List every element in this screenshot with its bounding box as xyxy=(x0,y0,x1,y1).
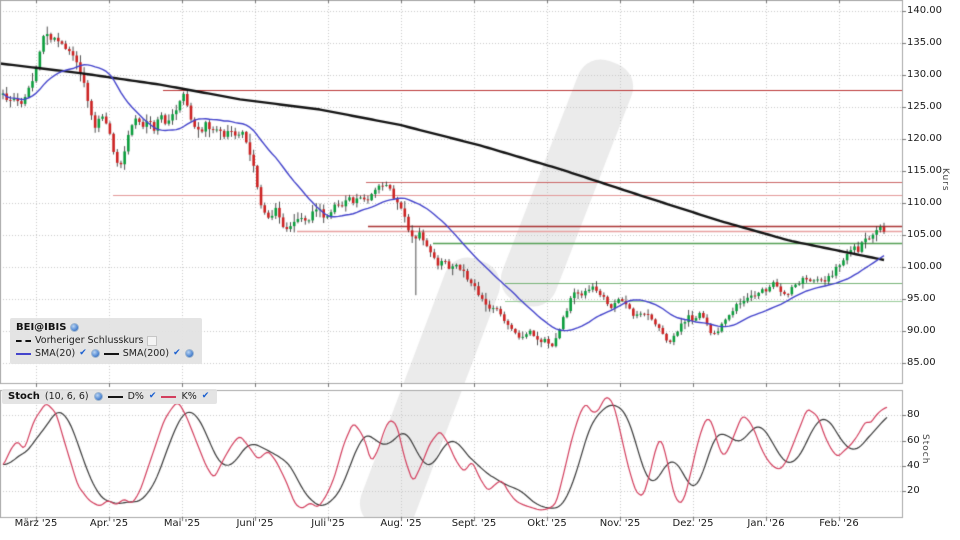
price-axis-label: 95.00 xyxy=(907,293,936,304)
price-axis-label: 140.00 xyxy=(907,5,942,16)
sma200-label: SMA(200) xyxy=(123,348,169,359)
k-label: K% xyxy=(181,391,196,402)
price-axis-label: 120.00 xyxy=(907,133,942,144)
month-axis-label: Nov. '25 xyxy=(588,518,652,529)
k-line-sample xyxy=(161,396,176,398)
stoch-params: (10, 6, 6) xyxy=(45,391,89,402)
month-axis-label: Sept. '25 xyxy=(442,518,506,529)
d-label: D% xyxy=(128,391,144,402)
price-axis-label: 125.00 xyxy=(907,101,942,112)
globe-icon[interactable] xyxy=(70,323,79,332)
stoch-title: Stoch xyxy=(8,391,40,402)
month-axis-label: März '25 xyxy=(4,518,68,529)
globe-icon[interactable] xyxy=(94,392,103,401)
chart-canvas[interactable] xyxy=(0,0,960,540)
month-axis-label: Aug. '25 xyxy=(369,518,433,529)
price-legend: BEI@IBIS Vorheriger Schlusskurs SMA(20) … xyxy=(10,318,202,364)
price-axis-label: 90.00 xyxy=(907,325,936,336)
month-axis-label: Jan. '26 xyxy=(734,518,798,529)
d-check-icon[interactable]: ✔ xyxy=(149,392,157,401)
k-check-icon[interactable]: ✔ xyxy=(202,392,210,401)
prev-close-checkbox[interactable] xyxy=(147,336,157,346)
month-axis-label: Apr. '25 xyxy=(77,518,141,529)
price-axis-label: 115.00 xyxy=(907,165,942,176)
stoch-axis-label: 80 xyxy=(907,409,920,420)
price-axis-label: 85.00 xyxy=(907,357,936,368)
sma20-label: SMA(20) xyxy=(35,348,75,359)
month-axis-label: Okt. '25 xyxy=(515,518,579,529)
globe-icon[interactable] xyxy=(91,349,100,358)
month-axis-label: Mai '25 xyxy=(150,518,214,529)
d-line-sample xyxy=(108,396,123,398)
globe-icon[interactable] xyxy=(185,349,194,358)
price-axis-label: 130.00 xyxy=(907,69,942,80)
sma20-check-icon[interactable]: ✔ xyxy=(79,349,87,358)
stoch-axis-label: 60 xyxy=(907,435,920,446)
month-axis-label: Feb. '26 xyxy=(807,518,871,529)
prev-close-label: Vorheriger Schlusskurs xyxy=(35,335,143,346)
month-axis-label: Juni '25 xyxy=(223,518,287,529)
stoch-axis-title: Stoch xyxy=(920,434,930,464)
instrument-title: BEI@IBIS xyxy=(16,322,66,333)
price-axis-title: Kurs xyxy=(940,168,950,192)
sma200-check-icon[interactable]: ✔ xyxy=(173,349,181,358)
price-axis-label: 105.00 xyxy=(907,229,942,240)
price-axis-label: 135.00 xyxy=(907,37,942,48)
stoch-legend: Stoch (10, 6, 6) D% ✔ K% ✔ xyxy=(2,389,217,404)
stoch-axis-label: 20 xyxy=(907,485,920,496)
price-axis-label: 100.00 xyxy=(907,261,942,272)
month-axis-label: Dez. '25 xyxy=(661,518,725,529)
sma200-line-sample xyxy=(104,353,119,355)
stoch-axis-label: 40 xyxy=(907,460,920,471)
sma20-line-sample xyxy=(16,353,31,355)
month-axis-label: Juli '25 xyxy=(296,518,360,529)
stock-chart-app: 140.00 135.00 130.00 125.00 120.00 115.00 110.… xyxy=(0,0,960,540)
price-axis-label: 110.00 xyxy=(907,197,942,208)
prev-close-line-sample xyxy=(16,340,31,342)
